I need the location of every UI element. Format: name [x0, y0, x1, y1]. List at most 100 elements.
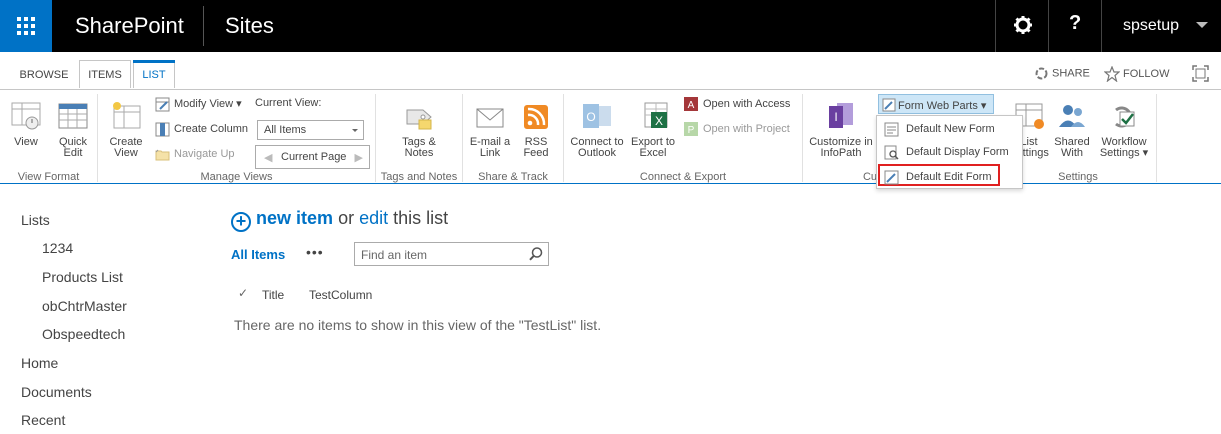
- rss-icon: [524, 105, 548, 129]
- customize-infopath-button[interactable]: I Customize in InfoPath: [806, 100, 876, 159]
- access-icon: A: [684, 97, 698, 112]
- group-divider: [802, 94, 803, 182]
- open-access-label: Open with Access: [703, 98, 791, 110]
- create-view-label-2: View: [114, 147, 138, 159]
- menu-item-label: Default Edit Form: [906, 171, 992, 183]
- shared-with-button[interactable]: Shared With: [1052, 100, 1092, 159]
- infopath-icon: I: [829, 103, 853, 128]
- create-view-button[interactable]: Create View: [106, 100, 146, 159]
- user-menu-button[interactable]: spsetup: [1101, 0, 1221, 52]
- view-all-items-link[interactable]: All Items: [231, 247, 285, 262]
- workflow-settings-button[interactable]: Workflow Settings ▾: [1096, 100, 1152, 159]
- follow-button[interactable]: FOLLOW: [1104, 66, 1169, 82]
- nav-item-documents[interactable]: Documents: [21, 384, 92, 400]
- people-icon: [1059, 105, 1085, 127]
- modify-view-label: Modify View: [174, 98, 234, 110]
- current-page-label: Current Page: [281, 151, 347, 163]
- nav-item-1234[interactable]: 1234: [42, 240, 73, 256]
- plus-circle-icon[interactable]: +: [231, 212, 251, 232]
- nav-item-obchtrmaster[interactable]: obChtrMaster: [42, 298, 127, 314]
- folder-up-icon: [155, 149, 170, 161]
- rss-feed-button[interactable]: RSS Feed: [520, 100, 552, 159]
- search-input[interactable]: Find an item: [354, 242, 549, 266]
- group-divider: [1156, 94, 1157, 182]
- group-label-view-format: View Format: [17, 171, 80, 183]
- create-column-button[interactable]: Create Column: [155, 120, 248, 138]
- group-label-share-track: Share & Track: [478, 171, 548, 183]
- modify-view-icon: [155, 97, 170, 112]
- new-item-link[interactable]: new item: [256, 208, 333, 228]
- open-access-button[interactable]: A Open with Access: [683, 95, 790, 113]
- user-name: spsetup: [1123, 17, 1180, 34]
- svg-text:I: I: [834, 110, 837, 124]
- tab-browse[interactable]: BROWSE: [13, 61, 75, 89]
- or-text: or: [338, 208, 355, 228]
- menu-item-default-display-form[interactable]: Default Display Form: [880, 141, 1020, 163]
- menu-item-default-edit-form[interactable]: Default Edit Form: [878, 164, 1000, 186]
- help-icon: ?: [1069, 12, 1082, 34]
- new-item-bar: + new item or edit this list: [231, 208, 448, 232]
- email-icon: [476, 108, 504, 128]
- menu-item-label: Default New Form: [906, 123, 995, 135]
- pager-next-icon[interactable]: ▶: [355, 151, 363, 164]
- follow-label: FOLLOW: [1123, 67, 1170, 80]
- focus-on-content-button[interactable]: [1192, 65, 1209, 87]
- column-header-testcolumn[interactable]: TestColumn: [309, 288, 372, 302]
- display-form-icon: [884, 145, 899, 160]
- email-link-button[interactable]: E-mail a Link: [468, 100, 512, 159]
- connect-outlook-button[interactable]: O Connect to Outlook: [569, 100, 625, 159]
- share-button[interactable]: SHARE: [1034, 66, 1090, 81]
- group-divider: [375, 94, 376, 182]
- search-placeholder: Find an item: [361, 248, 428, 262]
- waffle-icon: [17, 17, 35, 35]
- view-label: View: [14, 136, 38, 148]
- more-views-button[interactable]: •••: [306, 244, 324, 260]
- export-excel-button[interactable]: X Export to Excel: [628, 100, 678, 159]
- brand-link[interactable]: SharePoint: [75, 13, 184, 39]
- settings-button[interactable]: [995, 0, 1048, 52]
- navigate-up-button[interactable]: Navigate Up: [155, 145, 235, 163]
- group-label-connect-export: Connect & Export: [639, 171, 727, 183]
- navigate-up-label: Navigate Up: [174, 148, 235, 160]
- nav-item-products-list[interactable]: Products List: [42, 269, 123, 285]
- quick-edit-label-2: Edit: [63, 147, 83, 159]
- project-icon: P: [684, 122, 698, 137]
- current-view-select[interactable]: All Items: [257, 120, 364, 140]
- export-excel-label-2: Excel: [639, 147, 667, 159]
- pager-prev-icon[interactable]: ◀: [264, 151, 272, 164]
- tab-list[interactable]: LIST: [133, 60, 175, 88]
- shared-with-label-2: With: [1061, 147, 1083, 159]
- nav-item-recent[interactable]: Recent: [21, 412, 65, 428]
- view-button[interactable]: View: [8, 100, 44, 148]
- form-web-parts-icon: [882, 98, 896, 112]
- menu-item-default-new-form[interactable]: Default New Form: [880, 118, 1020, 140]
- workflow-settings-label-2: Settings: [1099, 147, 1140, 159]
- quick-edit-icon: [58, 103, 88, 129]
- nav-item-obspeedtech[interactable]: Obspeedtech: [42, 326, 125, 342]
- help-button[interactable]: ?: [1048, 0, 1101, 52]
- search-icon[interactable]: [528, 246, 544, 262]
- tags-notes-label-2: Notes: [404, 147, 434, 159]
- edit-list-link[interactable]: edit: [359, 208, 388, 228]
- form-web-parts-button[interactable]: Form Web Parts ▾: [878, 94, 994, 114]
- nav-item-lists[interactable]: Lists: [21, 212, 50, 228]
- modify-view-button[interactable]: Modify View ▾: [155, 95, 242, 113]
- open-project-label: Open with Project: [703, 123, 790, 135]
- menu-item-label: Default Display Form: [906, 146, 1009, 158]
- current-view-value: All Items: [264, 124, 307, 136]
- tags-notes-button[interactable]: Tags & Notes: [398, 100, 440, 159]
- column-header-title[interactable]: Title: [262, 288, 284, 302]
- current-page-pager[interactable]: ◀ Current Page ▶: [255, 145, 370, 169]
- app-launcher-button[interactable]: [0, 0, 52, 52]
- tab-items[interactable]: ITEMS: [79, 60, 131, 88]
- svg-text:A: A: [688, 100, 695, 111]
- select-all-checkmark-icon[interactable]: ✓: [238, 286, 248, 300]
- quick-edit-button[interactable]: Quick Edit: [54, 100, 92, 159]
- open-project-button[interactable]: P Open with Project: [683, 120, 790, 138]
- nav-item-home[interactable]: Home: [21, 355, 58, 371]
- site-title-link[interactable]: Sites: [225, 13, 274, 39]
- customize-infopath-label-2: InfoPath: [820, 147, 862, 159]
- excel-icon: X: [644, 102, 668, 128]
- chevron-down-icon: [352, 129, 358, 132]
- svg-text:P: P: [688, 125, 695, 136]
